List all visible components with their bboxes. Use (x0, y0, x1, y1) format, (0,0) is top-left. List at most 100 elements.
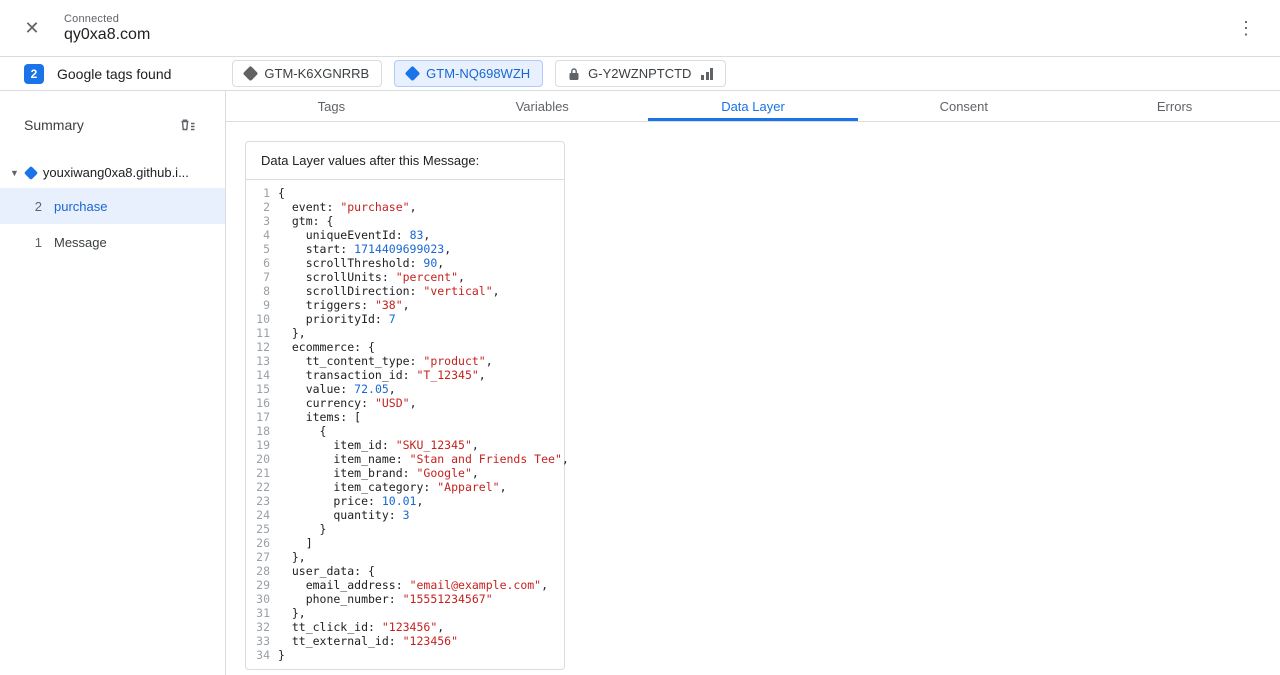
tag-chip-gtm-2-selected[interactable]: GTM-NQ698WZH (394, 60, 544, 87)
tag-id: GTM-K6XGNRRB (264, 66, 370, 81)
line-number: 10 (256, 312, 270, 326)
code-line: 31 }, (246, 606, 564, 620)
content-area: Tags Variables Data Layer Consent Errors… (226, 91, 1280, 675)
sidebar-item-message[interactable]: 1 Message (0, 224, 225, 260)
sidebar-item-purchase[interactable]: 2 purchase (0, 188, 225, 224)
code-line: 34} (246, 648, 564, 662)
line-content: item_id: "SKU_12345", (278, 438, 479, 452)
line-number: 29 (256, 578, 270, 592)
line-number: 15 (256, 382, 270, 396)
tag-id: G-Y2WZNPTCTD (588, 66, 692, 81)
code-line: 15 value: 72.05, (246, 382, 564, 396)
line-content: { (278, 424, 327, 438)
container-domain-label: youxiwang0xa8.github.i... (42, 165, 189, 180)
line-content: items: [ (278, 410, 362, 424)
line-number: 5 (263, 242, 270, 256)
line-number: 32 (256, 620, 270, 634)
gtm-tag-icon (404, 65, 421, 82)
line-content: tt_click_id: "123456", (278, 620, 445, 634)
line-number: 25 (256, 522, 270, 536)
tag-id: GTM-NQ698WZH (426, 66, 531, 81)
code-line: 5 start: 1714409699023, (246, 242, 564, 256)
line-content: transaction_id: "T_12345", (278, 368, 486, 382)
code-line: 21 item_brand: "Google", (246, 466, 564, 480)
kebab-menu-icon[interactable]: ⋮ (1228, 10, 1264, 46)
gtm-tag-icon (243, 65, 259, 82)
line-content: }, (278, 550, 306, 564)
line-content: item_brand: "Google", (278, 466, 479, 480)
tag-chips: GTM-K6XGNRRB GTM-NQ698WZH G-Y2WZNPTCTD (232, 60, 727, 87)
event-label: Message (54, 234, 107, 250)
line-number: 19 (256, 438, 270, 452)
main-area: Summary ▼ youxiwang0xa8.github.i... 2 pu… (0, 91, 1280, 675)
line-content: scrollDirection: "vertical", (278, 284, 500, 298)
event-label: purchase (54, 198, 108, 214)
tab-errors[interactable]: Errors (1069, 91, 1280, 121)
tab-variables[interactable]: Variables (437, 91, 648, 121)
line-number: 33 (256, 634, 270, 648)
tag-chip-ga4[interactable]: G-Y2WZNPTCTD (555, 60, 727, 87)
line-number: 9 (263, 298, 270, 312)
code-line: 10 priorityId: 7 (246, 312, 564, 326)
code-line: 22 item_category: "Apparel", (246, 480, 564, 494)
line-content: email_address: "email@example.com", (278, 578, 549, 592)
code-line: 33 tt_external_id: "123456" (246, 634, 564, 648)
tab-tags[interactable]: Tags (226, 91, 437, 121)
data-layer-card-title: Data Layer values after this Message: (246, 142, 564, 180)
code-line: 18 { (246, 424, 564, 438)
line-number: 20 (256, 452, 270, 466)
tab-data-layer[interactable]: Data Layer (647, 91, 859, 121)
line-content: tt_content_type: "product", (278, 354, 493, 368)
sidebar-header: Summary (0, 113, 225, 137)
line-number: 4 (263, 228, 270, 242)
tab-bar: Tags Variables Data Layer Consent Errors (226, 91, 1280, 122)
code-line: 16 currency: "USD", (246, 396, 564, 410)
google-tags-bar: 2 Google tags found GTM-K6XGNRRB GTM-NQ6… (0, 57, 1280, 91)
tab-consent[interactable]: Consent (858, 91, 1069, 121)
line-number: 7 (263, 270, 270, 284)
code-line: 14 transaction_id: "T_12345", (246, 368, 564, 382)
line-number: 14 (256, 368, 270, 382)
line-content: priorityId: 7 (278, 312, 396, 326)
line-content: scrollUnits: "percent", (278, 270, 465, 284)
code-line: 17 items: [ (246, 410, 564, 424)
code-line: 4 uniqueEventId: 83, (246, 228, 564, 242)
line-number: 1 (263, 186, 270, 200)
event-number: 2 (34, 198, 42, 214)
code-line: 28 user_data: { (246, 564, 564, 578)
line-number: 34 (256, 648, 270, 662)
event-number: 1 (34, 234, 42, 250)
sidebar: Summary ▼ youxiwang0xa8.github.i... 2 pu… (0, 91, 226, 675)
code-line: 29 email_address: "email@example.com", (246, 578, 564, 592)
code-line: 8 scrollDirection: "vertical", (246, 284, 564, 298)
lock-icon (568, 67, 580, 81)
line-content: }, (278, 326, 306, 340)
tags-count-badge: 2 (24, 63, 44, 84)
connected-domain: qy0xa8.com (64, 25, 151, 43)
line-number: 28 (256, 564, 270, 578)
line-number: 18 (256, 424, 270, 438)
line-content: triggers: "38", (278, 298, 410, 312)
line-number: 23 (256, 494, 270, 508)
line-content: event: "purchase", (278, 200, 417, 214)
line-number: 13 (256, 354, 270, 368)
line-content: scrollThreshold: 90, (278, 256, 445, 270)
close-icon[interactable]: ✕ (14, 10, 50, 46)
line-content: ] (278, 536, 313, 550)
chevron-down-icon[interactable]: ▼ (10, 168, 19, 178)
clear-messages-icon[interactable] (175, 113, 199, 137)
data-layer-card: Data Layer values after this Message: 1 {… (245, 141, 569, 670)
tag-chip-gtm-1[interactable]: GTM-K6XGNRRB (232, 60, 383, 87)
line-content: uniqueEventId: 83, (278, 228, 431, 242)
line-number: 16 (256, 396, 270, 410)
line-number: 27 (256, 550, 270, 564)
code-line: 7 scrollUnits: "percent", (246, 270, 564, 284)
code-line: 32 tt_click_id: "123456", (246, 620, 564, 634)
tree-container-row[interactable]: ▼ youxiwang0xa8.github.i... (0, 157, 225, 188)
line-content: user_data: { (278, 564, 375, 578)
data-layer-panel: Data Layer values after this Message: 1 {… (226, 122, 1280, 675)
code-line: 9 triggers: "38", (246, 298, 564, 312)
line-number: 11 (256, 326, 270, 340)
line-content: currency: "USD", (278, 396, 417, 410)
code-line: 3 gtm: { (246, 214, 564, 228)
